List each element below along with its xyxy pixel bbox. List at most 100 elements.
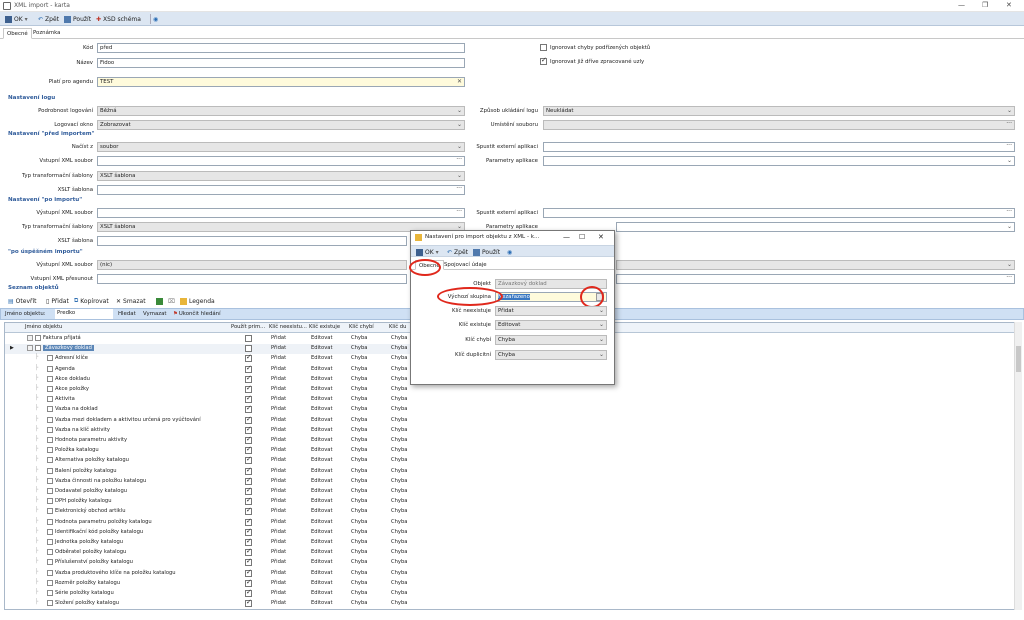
table-row[interactable]: ├ Aktivita Přidat Editovat Chyba Chyba [5, 394, 429, 405]
log-location-field[interactable]: ··· [543, 120, 1015, 130]
legend-button[interactable]: Legenda [178, 296, 217, 306]
col-use-primary[interactable]: Použít prim... [231, 324, 265, 330]
agenda-field[interactable]: TEST ✕ [97, 77, 465, 87]
table-row[interactable]: ├ Rozměr položky katalogu Přidat Editovat Ch… [5, 578, 429, 589]
add-button[interactable]: ▯ Přidat [44, 296, 71, 306]
table-row[interactable]: ├ Série položky katalogu Přidat Editovat Chy… [5, 588, 429, 599]
table-row[interactable]: ├ Vazba produktového klíče na položku kat… [5, 568, 429, 579]
use-primary-checkbox[interactable] [245, 598, 252, 608]
browse-icon[interactable]: ··· [1006, 275, 1012, 282]
close-icon[interactable]: ✕ [1006, 1, 1012, 9]
use-primary-checkbox[interactable] [245, 506, 252, 516]
dialog-tab-link[interactable]: Spojovací údaje [441, 260, 490, 270]
dialog-ok-button[interactable]: OK ▾ [414, 247, 441, 257]
use-primary-checkbox[interactable] [245, 445, 252, 455]
browse-icon[interactable]: ··· [1006, 209, 1012, 216]
col-name[interactable]: Jméno objektu [25, 324, 62, 330]
dialog-key-duplicate-select[interactable]: Chyba ⌄ [495, 350, 607, 360]
table-row[interactable]: ├ Jednotka položky katalogu Přidat Editovat… [5, 537, 429, 548]
expand-icon[interactable] [27, 345, 33, 352]
table-row[interactable]: ├ Položka katalogu Přidat Editovat Chyba Chyb… [5, 445, 429, 456]
excel-button[interactable] [154, 296, 165, 306]
move-input-field-right[interactable]: ··· [616, 274, 1015, 284]
table-row[interactable]: ├ Alternativa položky katalogu Přidat Edito… [5, 455, 429, 466]
use-primary-checkbox[interactable] [245, 466, 252, 475]
output-xml-field[interactable]: ··· [97, 208, 465, 218]
back-button[interactable]: ↶ Zpět [36, 14, 61, 24]
table-row[interactable]: ├ DPH položky katalogu Přidat Editovat Chyba… [5, 496, 429, 507]
table-row[interactable]: ├ Balení položky katalogu Přidat Editovat Ch… [5, 466, 429, 477]
clear-filter-button[interactable]: ⌧ [166, 296, 177, 306]
after-xslt-field[interactable] [97, 236, 407, 246]
dialog-key-exists-select[interactable]: Editovat ⌄ [495, 320, 607, 330]
expand-icon[interactable] [27, 335, 33, 341]
table-row[interactable]: ├ Vazba na klíč aktivity Přidat Editovat Chy… [5, 425, 429, 436]
input-xml-field[interactable]: ··· [97, 156, 465, 166]
tab-note[interactable]: Poznámka [30, 28, 64, 39]
minimize-icon[interactable]: — [958, 1, 965, 9]
use-primary-checkbox[interactable] [245, 384, 252, 393]
use-primary-checkbox[interactable] [245, 425, 252, 434]
scroll-thumb[interactable] [1016, 346, 1021, 372]
use-primary-checkbox[interactable] [245, 547, 252, 557]
browse-icon[interactable]: ··· [1006, 143, 1012, 150]
code-field[interactable]: před [97, 43, 465, 53]
ignore-processed-checkbox[interactable] [540, 56, 547, 65]
use-primary-checkbox[interactable] [245, 335, 252, 342]
dialog-minimize-icon[interactable]: — [563, 233, 570, 241]
search-button[interactable]: Hledat [118, 311, 136, 317]
maximize-icon[interactable]: ❐ [982, 1, 988, 9]
copy-button[interactable]: ⧉ Kopírovat [72, 296, 111, 306]
dialog-back-button[interactable]: ↶ Zpět [445, 247, 470, 257]
col-key-absent[interactable]: Klíč chybí [349, 324, 374, 330]
success-output-select[interactable]: (nic) [97, 260, 407, 270]
table-row[interactable]: ├ Akce položky Přidat Editovat Chyba Chyba [5, 384, 429, 395]
grid-scrollbar[interactable] [1014, 322, 1022, 610]
move-input-field[interactable] [97, 274, 407, 284]
transform-type-select[interactable]: XSLT šablona ⌄ [97, 171, 465, 181]
filter-input[interactable]: Predko [55, 309, 113, 319]
table-row[interactable]: ├ Vazba na doklad Přidat Editovat Chyba Chyba [5, 404, 429, 415]
clear-button[interactable]: Vymazat [143, 311, 167, 317]
table-row[interactable]: ├ Akce dokladu Přidat Editovat Chyba Chyba [5, 374, 429, 385]
apply-button[interactable]: Použít [62, 14, 93, 24]
use-primary-checkbox[interactable] [245, 486, 252, 495]
table-row[interactable]: Faktura přijatá Přidat Editovat Chyba Chyba [5, 334, 429, 344]
use-primary-checkbox[interactable] [245, 364, 252, 373]
load-from-select[interactable]: soubor ⌄ [97, 142, 465, 152]
table-row[interactable]: ├ Vazba mezi dokladem a aktivitou určená … [5, 415, 429, 426]
use-primary-checkbox[interactable] [245, 455, 252, 465]
clear-icon[interactable]: ✕ [457, 78, 462, 86]
use-primary-checkbox[interactable] [245, 404, 252, 414]
delete-button[interactable]: ✕ Smazat [114, 296, 148, 306]
dialog-apply-button[interactable]: Použít [471, 247, 502, 257]
use-primary-checkbox[interactable] [245, 588, 252, 597]
browse-icon[interactable]: ··· [1006, 121, 1012, 128]
table-row[interactable]: ├ Složení položky katalogu Přidat Editovat C… [5, 598, 429, 609]
table-row[interactable]: ├ Elektronický obchod artiklu Přidat Editov… [5, 506, 429, 517]
table-row[interactable]: ├ Hodnota parametru aktivity Přidat Editova… [5, 435, 429, 446]
table-row[interactable]: ├ Hodnota parametru položky katalogu Přida… [5, 517, 429, 528]
table-row[interactable]: ├ Adresní klíče Přidat Editovat Chyba Chyba [5, 353, 429, 364]
dialog-maximize-icon[interactable]: ☐ [579, 233, 585, 241]
table-row[interactable]: ├ Agenda Přidat Editovat Chyba Chyba [5, 364, 429, 375]
use-primary-checkbox[interactable] [245, 394, 252, 404]
open-button[interactable]: ▤ Otevřít [6, 296, 38, 306]
ignore-child-errors-checkbox[interactable] [540, 44, 547, 51]
dialog-key-absent-select[interactable]: Chyba ⌄ [495, 335, 607, 345]
ok-button[interactable]: OK ▾ [3, 14, 30, 24]
app-params-field[interactable]: ⌄ [543, 156, 1015, 166]
col-key-missing[interactable]: Klíč neexistu... [269, 324, 307, 330]
col-key-exists[interactable]: Klíč existuje [309, 324, 340, 330]
table-row[interactable]: ├ Odběratel položky katalogu Přidat Editova… [5, 547, 429, 558]
xslt-field[interactable]: ··· [97, 185, 465, 195]
dialog-help-button[interactable]: ◉ [505, 247, 514, 257]
dialog-key-missing-select[interactable]: Přidat ⌄ [495, 306, 607, 316]
log-window-select[interactable]: Zobrazovat ⌄ [97, 120, 465, 130]
tab-general[interactable]: Obecné [3, 28, 32, 39]
table-row[interactable]: ├ Příslušenství položky katalogu Přidat Edi… [5, 557, 429, 568]
use-primary-checkbox[interactable] [245, 537, 252, 546]
help-button[interactable]: ◉ [150, 14, 160, 24]
after-params-field[interactable]: ⌄ [616, 222, 1015, 232]
after-ext-app-field[interactable]: ··· [543, 208, 1015, 218]
